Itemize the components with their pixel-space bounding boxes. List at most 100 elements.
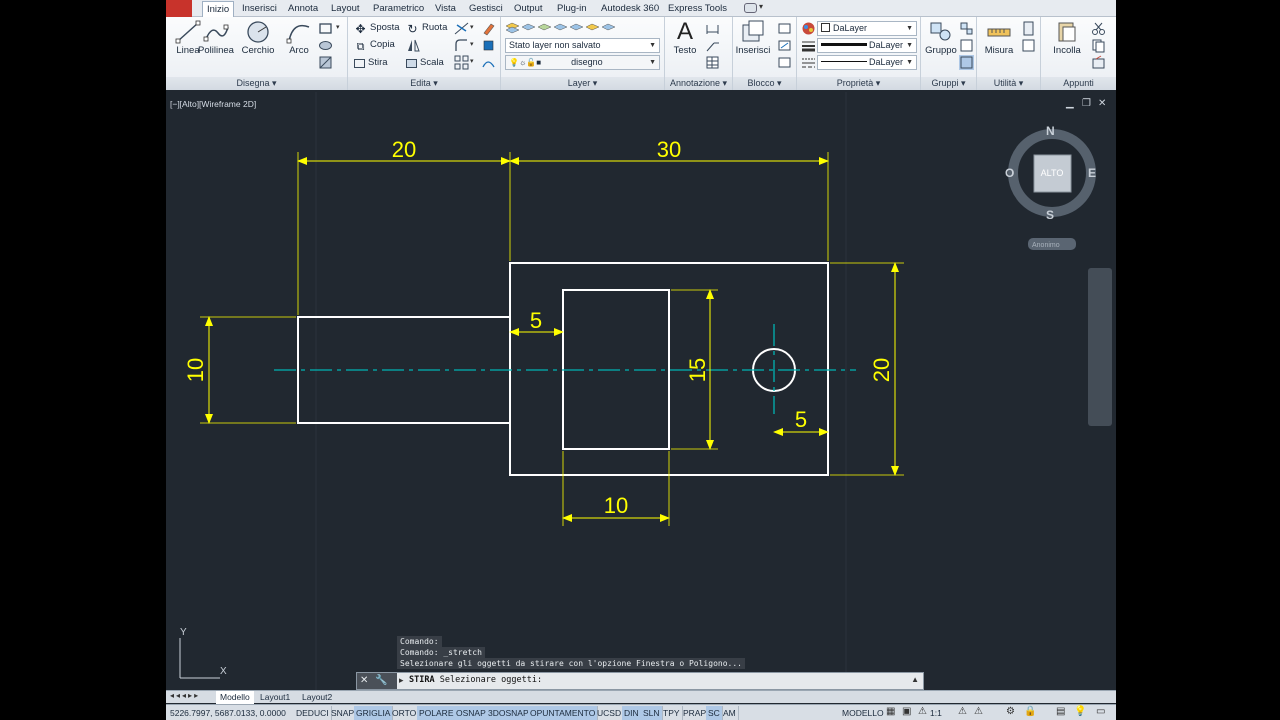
- explode-icon[interactable]: [481, 38, 496, 53]
- dimension-icon[interactable]: [705, 21, 720, 36]
- toggle-deduci[interactable]: DEDUCI: [294, 706, 332, 720]
- toggle-griglia[interactable]: GRIGLIA: [354, 706, 394, 720]
- application-menu-button[interactable]: [166, 0, 192, 17]
- toggle-osnap[interactable]: OSNAP: [454, 706, 489, 720]
- dimension-hole-5[interactable]: 5: [773, 407, 829, 436]
- calculator-icon[interactable]: [1021, 21, 1036, 36]
- drawing-viewport[interactable]: [−][Alto][Wireframe 2D] ▁ ❐ ✕ 20 30 10 5…: [166, 92, 1116, 690]
- layer-off-icon[interactable]: [537, 21, 552, 36]
- tab-inserisci[interactable]: Inserisci: [238, 1, 281, 17]
- compass-north[interactable]: N: [1046, 124, 1055, 138]
- color-dropdown[interactable]: DaLayer ▼: [817, 21, 917, 36]
- ribbon-options-chevron-icon[interactable]: ▾: [759, 2, 763, 11]
- clean-screen-icon[interactable]: ▭: [1096, 706, 1105, 717]
- tab-plugin[interactable]: Plug-in: [553, 1, 591, 17]
- compass-south[interactable]: S: [1046, 208, 1054, 222]
- trim-chevron-icon[interactable]: ▾: [470, 23, 474, 31]
- chevron-down-icon[interactable]: ▾: [336, 23, 340, 31]
- tab-annota[interactable]: Annota: [284, 1, 322, 17]
- toggle-snap[interactable]: SNAP: [329, 706, 358, 720]
- layer-properties-icon[interactable]: [505, 21, 520, 36]
- viewcube[interactable]: ALTO: [1008, 129, 1096, 217]
- tab-layout[interactable]: Layout: [327, 1, 364, 17]
- ruota-button[interactable]: ↻ Ruota: [406, 20, 447, 36]
- leader-icon[interactable]: [705, 38, 720, 53]
- group-selection-icon[interactable]: [959, 55, 974, 70]
- close-icon[interactable]: ✕: [360, 675, 368, 686]
- model-space-toggle[interactable]: MODELLO: [842, 706, 884, 720]
- match-properties-icon[interactable]: [1091, 55, 1106, 70]
- quick-view-drawings-icon[interactable]: ▣: [902, 706, 911, 717]
- toggle-orto[interactable]: ORTO: [390, 706, 420, 720]
- cerchio-button[interactable]: Cerchio: [238, 19, 278, 71]
- command-history-chevron-icon[interactable]: ▲: [911, 675, 919, 684]
- tab-modello[interactable]: Modello: [216, 691, 254, 704]
- panel-gruppi-title[interactable]: Gruppi ▾: [921, 77, 976, 90]
- fillet-chevron-icon[interactable]: ▾: [470, 40, 474, 48]
- erase-icon[interactable]: [481, 21, 496, 36]
- layer-isolate-icon[interactable]: [553, 21, 568, 36]
- toggle-tpy[interactable]: TPY: [661, 706, 683, 720]
- polilinea-button[interactable]: Polilinea: [196, 19, 236, 71]
- fillet-icon[interactable]: [454, 38, 469, 53]
- panel-blocco-title[interactable]: Blocco ▾: [733, 77, 796, 90]
- navigation-bar[interactable]: [1088, 268, 1112, 426]
- ungroup-icon[interactable]: [959, 21, 974, 36]
- dimension-mid-5[interactable]: 5: [509, 308, 564, 336]
- hardware-acceleration-icon[interactable]: ▤: [1056, 706, 1065, 717]
- dimension-top-20[interactable]: 20: [297, 137, 511, 315]
- gradient-icon[interactable]: [318, 55, 333, 70]
- layout-nav-arrows-icon[interactable]: ◂◂◂▸▸: [170, 691, 200, 700]
- quick-select-icon[interactable]: [1021, 38, 1036, 53]
- testo-button[interactable]: A Testo: [665, 19, 705, 71]
- stira-button[interactable]: Stira: [354, 55, 388, 71]
- toggle-polare[interactable]: POLARE: [417, 706, 457, 720]
- tab-vista[interactable]: Vista: [431, 1, 460, 17]
- gruppo-button[interactable]: Gruppo: [921, 19, 961, 71]
- dimension-right-20[interactable]: 20: [830, 262, 904, 476]
- annotation-scale-icon[interactable]: ⚠: [918, 706, 927, 717]
- tab-parametrico[interactable]: Parametrico: [369, 1, 428, 17]
- sposta-button[interactable]: ✥ Sposta: [354, 20, 399, 36]
- tab-gestisci[interactable]: Gestisci: [465, 1, 507, 17]
- annotation-visibility-icon[interactable]: ⚠: [958, 706, 967, 717]
- command-input[interactable]: STIRA Selezionare oggetti:: [409, 675, 542, 685]
- tab-express-tools[interactable]: Express Tools: [664, 1, 731, 17]
- panel-utilita-title[interactable]: Utilità ▾: [977, 77, 1040, 90]
- current-layer-dropdown[interactable]: 💡☼🔓■ disegno ▼: [505, 55, 660, 70]
- rectangle-icon[interactable]: [318, 21, 333, 36]
- coordinates-display[interactable]: 5226.7997, 5687.0133, 0.0000: [170, 705, 286, 720]
- toggle-din[interactable]: DIN: [622, 706, 642, 720]
- auto-scale-icon[interactable]: ⚠: [974, 706, 983, 717]
- compass-west[interactable]: O: [1005, 166, 1014, 180]
- dimension-top-30[interactable]: 30: [509, 137, 829, 261]
- array-icon[interactable]: [454, 55, 469, 70]
- offset-icon[interactable]: [481, 55, 496, 70]
- scala-button[interactable]: Scala: [406, 55, 444, 71]
- group-edit-icon[interactable]: [959, 38, 974, 53]
- panel-edita-title[interactable]: Edita ▾: [348, 77, 500, 90]
- arco-button[interactable]: Arco: [279, 19, 319, 71]
- misura-button[interactable]: Misura: [979, 19, 1019, 71]
- customize-wrench-icon[interactable]: 🔧: [375, 675, 387, 686]
- tab-output[interactable]: Output: [510, 1, 547, 17]
- layer-freeze-icon[interactable]: [569, 21, 584, 36]
- hatch-icon[interactable]: [318, 38, 333, 53]
- toggle-sln[interactable]: SLN: [641, 706, 663, 720]
- layer-state-dropdown[interactable]: Stato layer non salvato ▼: [505, 38, 660, 53]
- panel-appunti-title[interactable]: Appunti: [1041, 77, 1116, 90]
- panel-proprieta-title[interactable]: Proprietà ▾: [797, 77, 920, 90]
- compass-east[interactable]: E: [1088, 166, 1096, 180]
- table-icon[interactable]: [705, 55, 720, 70]
- toggle-ucsd[interactable]: UCSD: [595, 706, 625, 720]
- trim-icon[interactable]: [454, 21, 469, 36]
- tab-layout1[interactable]: Layout1: [256, 691, 294, 704]
- edit-block-icon[interactable]: [777, 38, 792, 53]
- toggle-am[interactable]: AM: [721, 706, 739, 720]
- tab-inizio[interactable]: Inizio: [202, 1, 235, 17]
- create-block-icon[interactable]: [777, 21, 792, 36]
- tab-autodesk360[interactable]: Autodesk 360: [597, 1, 663, 17]
- edit-attributes-icon[interactable]: [777, 55, 792, 70]
- lineweight-dropdown[interactable]: DaLayer ▼: [817, 55, 917, 70]
- toggle-opuntamento[interactable]: OPUNTAMENTO: [528, 706, 599, 720]
